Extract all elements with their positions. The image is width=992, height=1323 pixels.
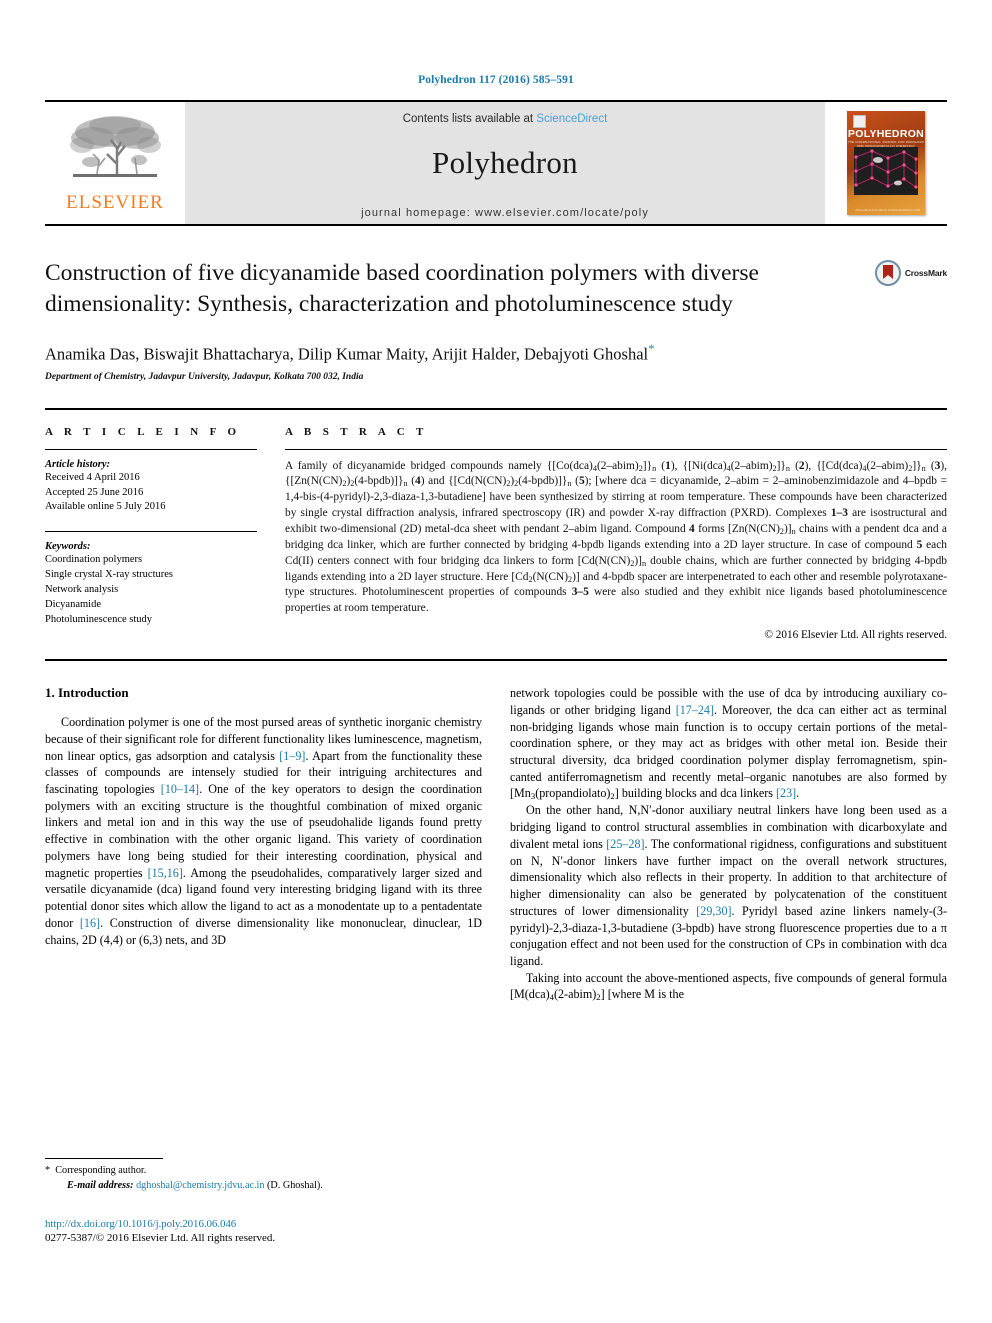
abstract-column: A B S T R A C T A family of dicyanamide … xyxy=(285,426,947,641)
keywords-block: Keywords: Coordination polymers Single c… xyxy=(45,531,257,628)
author-names: Anamika Das, Biswajit Bhattacharya, Dili… xyxy=(45,344,649,364)
contents-prefix: Contents lists available at xyxy=(402,113,537,125)
keyword-item: Dicyanamide xyxy=(45,599,101,611)
doi-link[interactable]: http://dx.doi.org/10.1016/j.poly.2016.06… xyxy=(45,1218,486,1230)
contents-lists-line: Contents lists available at ScienceDirec… xyxy=(403,113,608,125)
journal-title: Polyhedron xyxy=(432,145,578,180)
abstract-text: A family of dicyanamide bridged compound… xyxy=(285,459,947,615)
asterisk-icon: * xyxy=(45,1165,51,1176)
author-list: Anamika Das, Biswajit Bhattacharya, Dili… xyxy=(45,341,947,365)
footnote-email: E-mail address: dghoshal@chemistry.jdvu.… xyxy=(45,1179,486,1194)
cover-title: POLYHEDRON xyxy=(847,128,925,140)
article-info-column: A R T I C L E I N F O Article history: R… xyxy=(45,426,257,641)
cover-footer-text: AVAILABLE ONLINE AT SCIENCEDIRECT.COM xyxy=(855,207,920,212)
body-columns: 1. Introduction Coordination polymer is … xyxy=(45,685,947,1003)
elsevier-wordmark: ELSEVIER xyxy=(66,192,164,213)
keyword-item: Single crystal X-ray structures xyxy=(45,569,174,581)
crossmark-icon xyxy=(874,260,901,286)
footnote-divider xyxy=(45,1158,163,1159)
cover-publisher-badge xyxy=(853,115,866,128)
elsevier-logo: ELSEVIER xyxy=(60,112,170,214)
keywords-label: Keywords: xyxy=(45,541,91,553)
crossmark-label: CrossMark xyxy=(904,268,947,278)
info-abstract-section: A R T I C L E I N F O Article history: R… xyxy=(45,407,947,641)
crossmark-badge[interactable]: CrossMark xyxy=(874,260,947,286)
article-history-label: Article history: xyxy=(45,458,111,470)
article-footer: http://dx.doi.org/10.1016/j.poly.2016.06… xyxy=(45,1218,486,1244)
body-divider xyxy=(45,659,947,662)
running-head: Polyhedron 117 (2016) 585–591 xyxy=(418,74,574,86)
corresponding-author-footnote: * Corresponding author. E-mail address: … xyxy=(45,1158,486,1194)
divider xyxy=(45,448,257,450)
footnote-corresponding-author: * Corresponding author. xyxy=(45,1164,486,1179)
keyword-item: Photoluminescence study xyxy=(45,613,153,625)
article-info-heading: A R T I C L E I N F O xyxy=(45,425,241,438)
intro-paragraph-right-3: Taking into account the above-mentioned … xyxy=(510,970,947,1003)
cover-network-graphic xyxy=(854,147,918,195)
journal-cover-container: POLYHEDRON THE INTERNATIONAL JOURNAL FOR… xyxy=(825,102,947,224)
sciencedirect-link[interactable]: ScienceDirect xyxy=(536,113,607,125)
title-block: Construction of five dicyanamide based c… xyxy=(45,258,947,382)
cover-artwork xyxy=(854,147,918,195)
corresponding-author-marker: * xyxy=(648,341,655,357)
journal-masthead: ELSEVIER Contents lists available at Sci… xyxy=(45,100,947,226)
history-received: Received 4 April 2016 xyxy=(45,471,140,483)
intro-paragraph-left-1: Coordination polymer is one of the most … xyxy=(45,715,482,947)
divider xyxy=(285,448,947,450)
abstract-heading: A B S T R A C T xyxy=(285,425,428,438)
section-heading-introduction: 1. Introduction xyxy=(45,685,129,701)
email-address-label: E-mail address: xyxy=(67,1179,134,1191)
abstract-copyright: © 2016 Elsevier Ltd. All rights reserved… xyxy=(764,629,948,642)
history-available-online: Available online 5 July 2016 xyxy=(45,501,166,513)
journal-article-page: Polyhedron 117 (2016) 585–591 ELSEVIER C… xyxy=(0,0,992,1323)
publisher-logo-container: ELSEVIER xyxy=(45,102,185,224)
right-column: network topologies could be possible wit… xyxy=(510,685,947,1003)
divider xyxy=(45,531,257,533)
corresponding-author-text: Corresponding author. xyxy=(55,1165,147,1176)
journal-cover-thumbnail: POLYHEDRON THE INTERNATIONAL JOURNAL FOR… xyxy=(847,111,925,215)
affiliation: Department of Chemistry, Jadavpur Univer… xyxy=(45,371,364,382)
intro-paragraph-right-2: On the other hand, N,N′-donor auxiliary … xyxy=(510,803,947,969)
history-accepted: Accepted 25 June 2016 xyxy=(45,486,144,498)
elsevier-tree-icon xyxy=(70,116,161,177)
page-title: Construction of five dicyanamide based c… xyxy=(45,260,759,317)
intro-paragraph-right-1: network topologies could be possible wit… xyxy=(510,686,947,802)
keyword-item: Coordination polymers xyxy=(45,554,143,566)
email-address-link[interactable]: dghoshal@chemistry.jdvu.ac.in xyxy=(136,1180,264,1191)
left-column: 1. Introduction Coordination polymer is … xyxy=(45,685,482,1003)
issn-copyright: 0277-5387/© 2016 Elsevier Ltd. All right… xyxy=(45,1232,276,1244)
journal-homepage-link[interactable]: journal homepage: www.elsevier.com/locat… xyxy=(361,207,649,219)
masthead-center: Contents lists available at ScienceDirec… xyxy=(185,102,825,224)
keyword-item: Network analysis xyxy=(45,584,119,596)
email-owner: (D. Ghoshal). xyxy=(267,1179,323,1191)
